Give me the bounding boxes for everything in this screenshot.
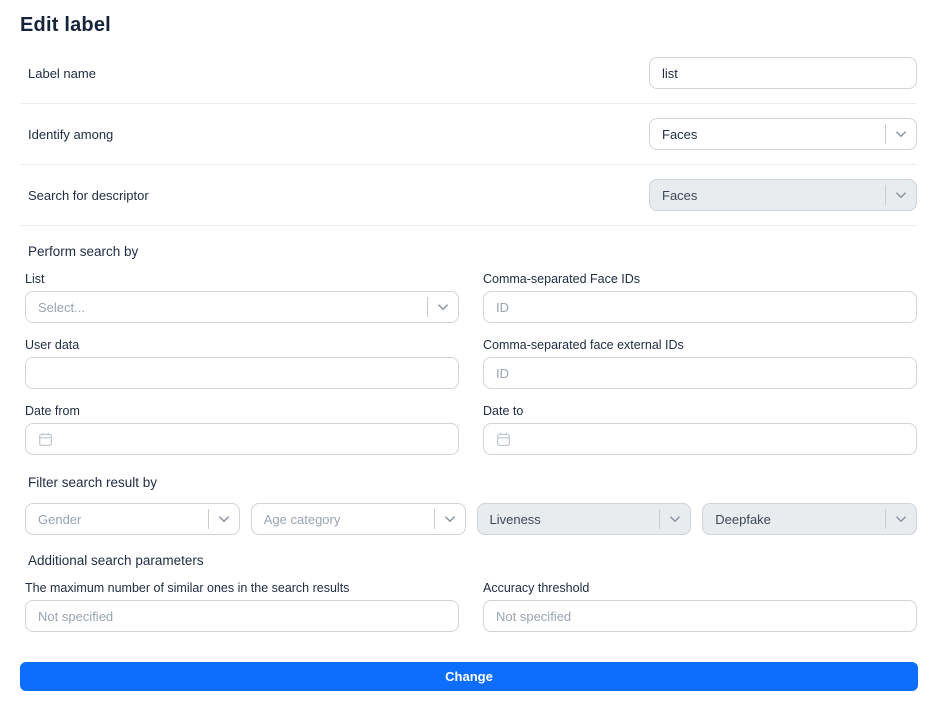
filter-heading: Filter search result by	[28, 475, 917, 490]
user-data-field: User data	[25, 338, 459, 389]
face-ids-label: Comma-separated Face IDs	[483, 272, 917, 286]
list-select-placeholder: Select...	[38, 300, 427, 315]
label-name-input[interactable]	[649, 57, 917, 89]
max-similar-field: The maximum number of similar ones in th…	[25, 581, 459, 632]
perform-search-heading: Perform search by	[28, 244, 917, 259]
accuracy-threshold-field: Accuracy threshold	[483, 581, 917, 632]
additional-heading: Additional search parameters	[28, 553, 917, 568]
identify-among-row: Identify among Faces	[20, 104, 917, 165]
list-label: List	[25, 272, 459, 286]
chevron-down-icon	[660, 513, 690, 525]
max-similar-label: The maximum number of similar ones in th…	[25, 581, 459, 595]
date-from-input[interactable]	[25, 423, 459, 455]
identify-among-select-value: Faces	[662, 127, 885, 142]
identify-among-label: Identify among	[28, 127, 113, 142]
accuracy-threshold-label: Accuracy threshold	[483, 581, 917, 595]
search-for-descriptor-label: Search for descriptor	[28, 188, 149, 203]
page-title: Edit label	[20, 14, 917, 37]
change-button[interactable]: Change	[20, 662, 918, 691]
calendar-icon	[37, 431, 54, 448]
perform-search-grid: List Select... Comma-separated Face IDs …	[25, 272, 917, 455]
search-for-descriptor-select-value: Faces	[662, 188, 885, 203]
age-category-select[interactable]: Age category	[251, 503, 466, 535]
deepfake-select: Deepfake	[702, 503, 917, 535]
search-for-descriptor-row: Search for descriptor Faces	[20, 165, 917, 226]
external-ids-field: Comma-separated face external IDs	[483, 338, 917, 389]
label-name-label: Label name	[28, 66, 96, 81]
external-ids-label: Comma-separated face external IDs	[483, 338, 917, 352]
additional-grid: The maximum number of similar ones in th…	[25, 581, 917, 632]
max-similar-input[interactable]	[25, 600, 459, 632]
chevron-down-icon	[435, 513, 465, 525]
liveness-select: Liveness	[477, 503, 692, 535]
age-category-select-placeholder: Age category	[264, 512, 434, 527]
list-select[interactable]: Select...	[25, 291, 459, 323]
date-to-input[interactable]	[483, 423, 917, 455]
filter-row: Gender Age category Liveness Deepfake	[25, 503, 917, 535]
identify-among-select[interactable]: Faces	[649, 118, 917, 150]
search-for-descriptor-select: Faces	[649, 179, 917, 211]
calendar-icon	[495, 431, 512, 448]
liveness-select-placeholder: Liveness	[490, 512, 660, 527]
gender-select[interactable]: Gender	[25, 503, 240, 535]
deepfake-select-placeholder: Deepfake	[715, 512, 885, 527]
face-ids-input[interactable]	[483, 291, 917, 323]
chevron-down-icon	[428, 301, 458, 313]
date-from-field: Date from	[25, 404, 459, 455]
edit-label-form: Edit label Label name Identify among Fac…	[0, 0, 943, 711]
label-name-row: Label name	[20, 43, 917, 104]
list-field: List Select...	[25, 272, 459, 323]
date-to-field: Date to	[483, 404, 917, 455]
external-ids-input[interactable]	[483, 357, 917, 389]
user-data-input[interactable]	[25, 357, 459, 389]
chevron-down-icon	[886, 513, 916, 525]
chevron-down-icon	[886, 128, 916, 140]
chevron-down-icon	[886, 189, 916, 201]
gender-select-placeholder: Gender	[38, 512, 208, 527]
user-data-label: User data	[25, 338, 459, 352]
face-ids-field: Comma-separated Face IDs	[483, 272, 917, 323]
date-from-label: Date from	[25, 404, 459, 418]
chevron-down-icon	[209, 513, 239, 525]
date-to-label: Date to	[483, 404, 917, 418]
accuracy-threshold-input[interactable]	[483, 600, 917, 632]
